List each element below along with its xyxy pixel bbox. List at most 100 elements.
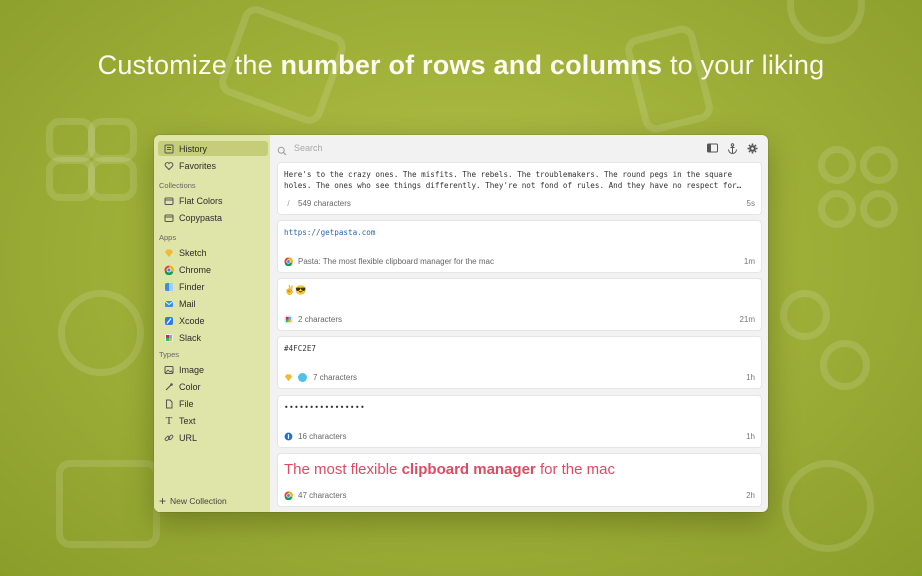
slack-icon <box>164 333 174 343</box>
apps-header: Apps <box>159 233 177 242</box>
clipboard-item-emoji[interactable]: ✌️😎 2 characters 21m <box>278 279 761 330</box>
search-icon <box>277 143 287 155</box>
sketch-icon <box>284 373 293 382</box>
background-badge-decoration <box>58 290 144 376</box>
history-icon <box>164 144 174 154</box>
sidebar-item-image[interactable]: Image <box>158 362 268 377</box>
background-command-decoration <box>818 146 856 184</box>
clip-time: 1h <box>746 372 755 382</box>
clip-content: ✌️😎 <box>284 285 307 295</box>
new-collection-button[interactable]: + New Collection <box>159 494 227 508</box>
clip-content: The most flexible clipboard manager for … <box>284 461 755 478</box>
heart-icon <box>164 161 174 171</box>
clipboard-item-color[interactable]: #4FC2E7 7 characters 1h <box>278 337 761 388</box>
clipboard-item-password[interactable]: •••••••••••••••• 16 characters 1h <box>278 396 761 447</box>
sidebar-item-slack[interactable]: Slack <box>158 330 268 345</box>
headline-post: to your liking <box>669 50 825 80</box>
search-input[interactable] <box>292 141 656 154</box>
clip-content: •••••••••••••••• <box>284 403 366 412</box>
sidebar-item-label: Slack <box>179 332 202 343</box>
background-clock-decoration <box>787 0 865 44</box>
sidebar-item-file[interactable]: File <box>158 396 268 411</box>
clip-time: 1h <box>746 431 755 441</box>
sidebar-item-color[interactable]: Color <box>158 379 268 394</box>
clip-footer: 7 characters 1h <box>284 371 755 383</box>
finder-icon <box>164 282 174 292</box>
sidebar-item-label: Favorites <box>179 160 217 171</box>
sidebar-item-label: Flat Colors <box>179 195 223 206</box>
link-icon <box>164 433 174 443</box>
slack-icon <box>284 315 293 324</box>
clip-meta: 16 characters <box>298 431 347 441</box>
sidebar-item-copypasta[interactable]: Copypasta <box>158 210 268 225</box>
sketch-icon <box>164 248 174 258</box>
clip-time: 2h <box>746 490 755 500</box>
sidebar-item-favorites[interactable]: Favorites <box>158 158 268 173</box>
clip-time: 21m <box>739 314 755 324</box>
sidebar-item-sketch[interactable]: Sketch <box>158 245 268 260</box>
chrome-icon <box>284 256 293 266</box>
folder-icon <box>164 213 174 223</box>
clipboard-item-text[interactable]: Here's to the crazy ones. The misfits. T… <box>278 163 761 214</box>
sidebar-item-label: Sketch <box>179 247 207 258</box>
search-bar <box>270 135 768 160</box>
sidebar-item-label: Color <box>179 381 201 392</box>
clipboard-item-url[interactable]: https://getpasta.com Pasta: The most fle… <box>278 221 761 272</box>
text-icon: T <box>165 414 173 427</box>
clip-footer: / 549 characters 5s <box>284 197 755 209</box>
sidebar: History Favorites Collections Flat Color… <box>154 135 270 512</box>
background-command-decoration <box>860 190 898 228</box>
anchor-icon[interactable] <box>726 142 738 154</box>
sidebar-item-chrome[interactable]: Chrome <box>158 262 268 277</box>
folder-icon <box>164 196 174 206</box>
clip-footer: Pasta: The most flexible clipboard manag… <box>284 255 755 267</box>
clip-content-bold: clipboard manager <box>401 461 536 478</box>
headline-pre: Customize the <box>97 50 273 80</box>
sidebar-toggle-icon[interactable] <box>706 142 718 154</box>
chrome-icon <box>284 490 293 500</box>
sidebar-item-label: URL <box>179 432 198 443</box>
sidebar-item-history[interactable]: History <box>158 141 268 156</box>
gear-icon[interactable] <box>746 142 758 154</box>
sidebar-item-finder[interactable]: Finder <box>158 279 268 294</box>
clip-content: https://getpasta.com <box>284 228 376 237</box>
clip-time: 1m <box>743 256 755 266</box>
mail-icon <box>164 299 174 309</box>
clip-meta: 2 characters <box>298 314 343 324</box>
new-collection-label: New Collection <box>170 496 227 506</box>
clip-content-pre: The most flexible <box>284 461 398 478</box>
sidebar-item-label: Finder <box>179 281 205 292</box>
xcode-icon <box>164 316 174 326</box>
background-scissors-decoration <box>820 340 870 390</box>
sidebar-item-flat-colors[interactable]: Flat Colors <box>158 193 268 208</box>
headline-bold: number of rows and columns <box>280 50 663 80</box>
types-header: Types <box>159 350 180 359</box>
sidebar-item-xcode[interactable]: Xcode <box>158 313 268 328</box>
sidebar-item-label: Image <box>179 364 205 375</box>
headline: Customize the number of rows and columns… <box>0 50 922 81</box>
sidebar-item-mail[interactable]: Mail <box>158 296 268 311</box>
chrome-icon <box>164 264 174 275</box>
sidebar-item-url[interactable]: URL <box>158 430 268 445</box>
sidebar-item-label: Text <box>179 415 196 426</box>
clip-footer: 2 characters 21m <box>284 313 755 325</box>
background-grid-decoration <box>88 118 137 162</box>
app-window: History Favorites Collections Flat Color… <box>154 135 768 512</box>
sidebar-item-text[interactable]: T Text <box>158 413 268 428</box>
background-scissors-decoration <box>780 290 830 340</box>
sidebar-item-label: Chrome <box>179 264 212 275</box>
clip-time: 5s <box>746 198 755 208</box>
password-manager-icon <box>284 432 293 441</box>
clip-footer: 16 characters 1h <box>284 430 755 442</box>
plus-icon: + <box>159 494 167 508</box>
clip-content-post: for the mac <box>539 461 615 478</box>
eyedropper-icon <box>164 382 174 392</box>
clip-meta: 7 characters <box>313 372 358 382</box>
sidebar-item-label: File <box>179 398 194 409</box>
clipboard-item-rich-text[interactable]: The most flexible clipboard manager for … <box>278 454 761 506</box>
clip-footer: 47 characters 2h <box>284 489 755 501</box>
clip-meta: Pasta: The most flexible clipboard manag… <box>298 256 494 266</box>
background-badge-decoration <box>782 460 874 552</box>
color-swatch <box>298 372 307 382</box>
text-slash-icon: / <box>287 198 290 208</box>
